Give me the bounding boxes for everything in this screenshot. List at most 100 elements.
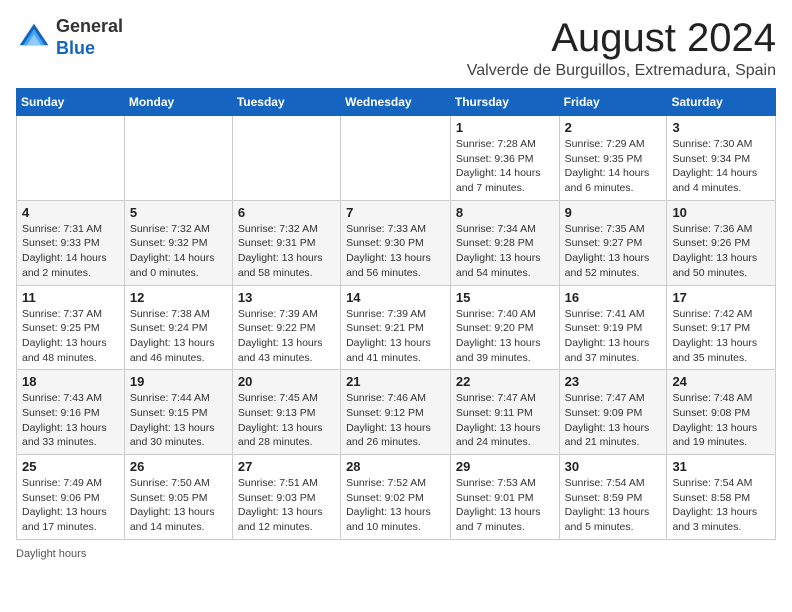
day-number: 31 <box>672 459 770 474</box>
day-info: Sunrise: 7:46 AM Sunset: 9:12 PM Dayligh… <box>346 391 445 450</box>
day-number: 21 <box>346 374 445 389</box>
day-cell: 19Sunrise: 7:44 AM Sunset: 9:15 PM Dayli… <box>124 370 232 455</box>
day-cell <box>341 116 451 201</box>
day-info: Sunrise: 7:31 AM Sunset: 9:33 PM Dayligh… <box>22 222 119 281</box>
day-cell: 10 Sunrise: 7:36 AM Sunset: 9:26 PM Dayli… <box>667 200 776 285</box>
day-info: Sunrise: 7:41 AM Sunset: 9:19 PM Dayligh… <box>565 307 662 366</box>
day-info: Sunrise: 7:36 AM Sunset: 9:26 PM Dayligh… <box>672 222 770 281</box>
day-info: Sunrise: 7:32 AM Sunset: 9:31 PM Dayligh… <box>238 222 335 281</box>
header-cell-wednesday: Wednesday <box>341 89 451 116</box>
day-number: 8 <box>456 205 554 220</box>
logo-text: General Blue <box>56 16 123 59</box>
week-row-4: 18Sunrise: 7:43 AM Sunset: 9:16 PM Dayli… <box>17 370 776 455</box>
day-cell: 16 Sunrise: 7:41 AM Sunset: 9:19 PM Dayli… <box>559 285 667 370</box>
header-cell-tuesday: Tuesday <box>232 89 340 116</box>
calendar-header: SundayMondayTuesdayWednesdayThursdayFrid… <box>17 89 776 116</box>
header-cell-monday: Monday <box>124 89 232 116</box>
day-cell: 7Sunrise: 7:33 AM Sunset: 9:30 PM Daylig… <box>341 200 451 285</box>
day-number: 10 <box>672 205 770 220</box>
header-cell-thursday: Thursday <box>450 89 559 116</box>
week-row-3: 11 Sunrise: 7:37 AM Sunset: 9:25 PM Dayli… <box>17 285 776 370</box>
day-info: Sunrise: 7:45 AM Sunset: 9:13 PM Dayligh… <box>238 391 335 450</box>
day-cell: 4Sunrise: 7:31 AM Sunset: 9:33 PM Daylig… <box>17 200 125 285</box>
day-info: Sunrise: 7:47 AM Sunset: 9:09 PM Dayligh… <box>565 391 662 450</box>
day-info: Sunrise: 7:39 AM Sunset: 9:21 PM Dayligh… <box>346 307 445 366</box>
day-info: Sunrise: 7:37 AM Sunset: 9:25 PM Dayligh… <box>22 307 119 366</box>
calendar-table: SundayMondayTuesdayWednesdayThursdayFrid… <box>16 88 776 540</box>
day-info: Sunrise: 7:28 AM Sunset: 9:36 PM Dayligh… <box>456 137 554 196</box>
day-number: 20 <box>238 374 335 389</box>
day-info: Sunrise: 7:38 AM Sunset: 9:24 PM Dayligh… <box>130 307 227 366</box>
day-cell: 31 Sunrise: 7:54 AM Sunset: 8:58 PM Dayli… <box>667 455 776 540</box>
logo-icon <box>16 20 52 56</box>
footer: Daylight hours <box>16 548 776 560</box>
day-number: 27 <box>238 459 335 474</box>
day-cell: 22 Sunrise: 7:47 AM Sunset: 9:11 PM Dayli… <box>450 370 559 455</box>
day-cell: 20 Sunrise: 7:45 AM Sunset: 9:13 PM Dayli… <box>232 370 340 455</box>
day-number: 17 <box>672 290 770 305</box>
day-info: Sunrise: 7:32 AM Sunset: 9:32 PM Dayligh… <box>130 222 227 281</box>
day-cell: 9 Sunrise: 7:35 AM Sunset: 9:27 PM Daylig… <box>559 200 667 285</box>
day-cell: 11 Sunrise: 7:37 AM Sunset: 9:25 PM Dayli… <box>17 285 125 370</box>
day-number: 22 <box>456 374 554 389</box>
day-cell: 14Sunrise: 7:39 AM Sunset: 9:21 PM Dayli… <box>341 285 451 370</box>
day-info: Sunrise: 7:39 AM Sunset: 9:22 PM Dayligh… <box>238 307 335 366</box>
day-number: 29 <box>456 459 554 474</box>
day-number: 15 <box>456 290 554 305</box>
day-number: 7 <box>346 205 445 220</box>
day-info: Sunrise: 7:34 AM Sunset: 9:28 PM Dayligh… <box>456 222 554 281</box>
calendar-subtitle: Valverde de Burguillos, Extremadura, Spa… <box>467 62 776 80</box>
calendar-title: August 2024 <box>467 16 776 60</box>
week-row-2: 4Sunrise: 7:31 AM Sunset: 9:33 PM Daylig… <box>17 200 776 285</box>
header-cell-saturday: Saturday <box>667 89 776 116</box>
page-header: General Blue August 2024 Valverde de Bur… <box>16 16 776 80</box>
day-info: Sunrise: 7:35 AM Sunset: 9:27 PM Dayligh… <box>565 222 662 281</box>
day-cell: 6Sunrise: 7:32 AM Sunset: 9:31 PM Daylig… <box>232 200 340 285</box>
day-info: Sunrise: 7:43 AM Sunset: 9:16 PM Dayligh… <box>22 391 119 450</box>
calendar-body: 1Sunrise: 7:28 AM Sunset: 9:36 PM Daylig… <box>17 116 776 540</box>
day-cell <box>124 116 232 201</box>
day-number: 9 <box>565 205 662 220</box>
day-cell: 28Sunrise: 7:52 AM Sunset: 9:02 PM Dayli… <box>341 455 451 540</box>
day-cell: 13 Sunrise: 7:39 AM Sunset: 9:22 PM Dayli… <box>232 285 340 370</box>
week-row-5: 25Sunrise: 7:49 AM Sunset: 9:06 PM Dayli… <box>17 455 776 540</box>
day-number: 2 <box>565 120 662 135</box>
day-cell: 21 Sunrise: 7:46 AM Sunset: 9:12 PM Dayli… <box>341 370 451 455</box>
day-info: Sunrise: 7:54 AM Sunset: 8:59 PM Dayligh… <box>565 476 662 535</box>
day-number: 3 <box>672 120 770 135</box>
day-info: Sunrise: 7:48 AM Sunset: 9:08 PM Dayligh… <box>672 391 770 450</box>
day-info: Sunrise: 7:29 AM Sunset: 9:35 PM Dayligh… <box>565 137 662 196</box>
day-cell: 30 Sunrise: 7:54 AM Sunset: 8:59 PM Dayli… <box>559 455 667 540</box>
header-cell-friday: Friday <box>559 89 667 116</box>
day-number: 13 <box>238 290 335 305</box>
day-number: 16 <box>565 290 662 305</box>
day-cell: 17Sunrise: 7:42 AM Sunset: 9:17 PM Dayli… <box>667 285 776 370</box>
day-number: 24 <box>672 374 770 389</box>
logo: General Blue <box>16 16 123 59</box>
day-number: 25 <box>22 459 119 474</box>
day-info: Sunrise: 7:50 AM Sunset: 9:05 PM Dayligh… <box>130 476 227 535</box>
day-cell: 1Sunrise: 7:28 AM Sunset: 9:36 PM Daylig… <box>450 116 559 201</box>
day-cell: 15 Sunrise: 7:40 AM Sunset: 9:20 PM Dayli… <box>450 285 559 370</box>
day-info: Sunrise: 7:47 AM Sunset: 9:11 PM Dayligh… <box>456 391 554 450</box>
day-cell <box>17 116 125 201</box>
day-number: 5 <box>130 205 227 220</box>
day-info: Sunrise: 7:40 AM Sunset: 9:20 PM Dayligh… <box>456 307 554 366</box>
header-cell-sunday: Sunday <box>17 89 125 116</box>
day-info: Sunrise: 7:54 AM Sunset: 8:58 PM Dayligh… <box>672 476 770 535</box>
header-row: SundayMondayTuesdayWednesdayThursdayFrid… <box>17 89 776 116</box>
day-number: 12 <box>130 290 227 305</box>
day-number: 23 <box>565 374 662 389</box>
day-cell: 23 Sunrise: 7:47 AM Sunset: 9:09 PM Dayli… <box>559 370 667 455</box>
day-cell: 2 Sunrise: 7:29 AM Sunset: 9:35 PM Daylig… <box>559 116 667 201</box>
day-cell: 5 Sunrise: 7:32 AM Sunset: 9:32 PM Daylig… <box>124 200 232 285</box>
day-info: Sunrise: 7:53 AM Sunset: 9:01 PM Dayligh… <box>456 476 554 535</box>
day-number: 30 <box>565 459 662 474</box>
day-cell: 8 Sunrise: 7:34 AM Sunset: 9:28 PM Daylig… <box>450 200 559 285</box>
day-number: 11 <box>22 290 119 305</box>
day-cell: 12 Sunrise: 7:38 AM Sunset: 9:24 PM Dayli… <box>124 285 232 370</box>
day-cell: 26Sunrise: 7:50 AM Sunset: 9:05 PM Dayli… <box>124 455 232 540</box>
day-cell: 24 Sunrise: 7:48 AM Sunset: 9:08 PM Dayli… <box>667 370 776 455</box>
title-area: August 2024 Valverde de Burguillos, Extr… <box>467 16 776 80</box>
day-cell: 18Sunrise: 7:43 AM Sunset: 9:16 PM Dayli… <box>17 370 125 455</box>
